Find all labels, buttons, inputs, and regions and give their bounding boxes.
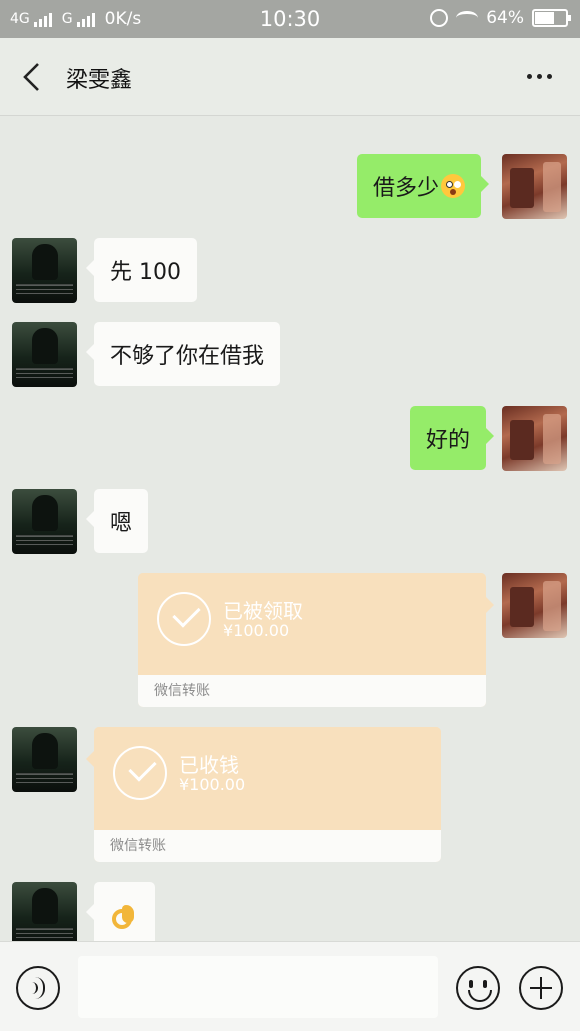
message-input[interactable] bbox=[78, 956, 438, 1018]
contact-avatar[interactable] bbox=[12, 882, 77, 941]
check-circle-icon bbox=[157, 592, 211, 646]
contact-avatar[interactable] bbox=[12, 489, 77, 554]
transfer-card-received[interactable]: 已收钱 ¥100.00 微信转账 bbox=[94, 727, 441, 862]
message-text: 先 100 bbox=[110, 260, 181, 285]
message-bubble-sent[interactable]: 借多少 bbox=[357, 154, 490, 218]
back-arrow-icon[interactable] bbox=[20, 62, 46, 92]
input-bar bbox=[0, 941, 580, 1031]
transfer-card-sent[interactable]: 已被领取 ¥100.00 微信转账 bbox=[138, 573, 486, 707]
message-bubble-received[interactable]: 先 100 bbox=[86, 238, 197, 302]
transfer-footer: 微信转账 bbox=[94, 830, 441, 862]
message-bubble-sent[interactable]: 好的 bbox=[410, 406, 495, 470]
emoji-icon[interactable] bbox=[456, 966, 500, 1010]
wifi-icon bbox=[456, 11, 479, 25]
transfer-status: 已被领取 bbox=[223, 599, 303, 623]
check-circle-icon bbox=[113, 746, 167, 800]
contact-avatar[interactable] bbox=[12, 238, 77, 303]
message-bubble-received[interactable] bbox=[86, 882, 155, 941]
my-avatar[interactable] bbox=[502, 406, 567, 471]
chat-header: 梁雯鑫 bbox=[0, 38, 580, 116]
bubble-tail bbox=[86, 751, 94, 767]
contact-avatar[interactable] bbox=[12, 322, 77, 387]
status-right: 64% bbox=[430, 8, 571, 28]
alarm-icon bbox=[430, 9, 449, 27]
battery-percent: 64% bbox=[486, 8, 524, 28]
transfer-amount: ¥100.00 bbox=[223, 621, 290, 640]
contact-avatar[interactable] bbox=[12, 727, 77, 792]
my-avatar[interactable] bbox=[502, 573, 567, 638]
transfer-status: 已收钱 bbox=[179, 753, 239, 777]
ok-hand-icon bbox=[110, 901, 136, 929]
chat-title: 梁雯鑫 bbox=[66, 68, 133, 93]
bubble-tail bbox=[486, 597, 494, 613]
transfer-card-body: 已收钱 ¥100.00 bbox=[94, 727, 441, 829]
message-text: 好的 bbox=[426, 428, 471, 453]
my-avatar[interactable] bbox=[502, 154, 567, 219]
transfer-amount: ¥100.00 bbox=[179, 775, 246, 794]
battery-fill bbox=[535, 12, 555, 24]
transfer-footer: 微信转账 bbox=[138, 675, 486, 707]
message-bubble-received[interactable]: 嗯 bbox=[85, 489, 149, 553]
message-bubble-received[interactable]: 不够了你在借我 bbox=[85, 322, 281, 386]
message-text: 借多少 bbox=[373, 176, 440, 201]
plus-icon[interactable] bbox=[519, 966, 563, 1010]
message-text: 不够了你在借我 bbox=[110, 344, 265, 369]
voice-input-icon[interactable] bbox=[16, 966, 60, 1010]
transfer-card-body: 已被领取 ¥100.00 bbox=[138, 573, 486, 675]
surprised-face-icon bbox=[441, 174, 466, 198]
status-bar: 4G G 0K/s 10:30 64% bbox=[0, 0, 580, 38]
battery-icon bbox=[532, 9, 571, 27]
chat-area[interactable]: 借多少 先 100 不够了你在借我 好的 嗯 已被领取 ¥100.00 微信转账… bbox=[0, 117, 580, 941]
more-options-icon[interactable] bbox=[527, 74, 552, 79]
message-text: 嗯 bbox=[110, 511, 133, 536]
